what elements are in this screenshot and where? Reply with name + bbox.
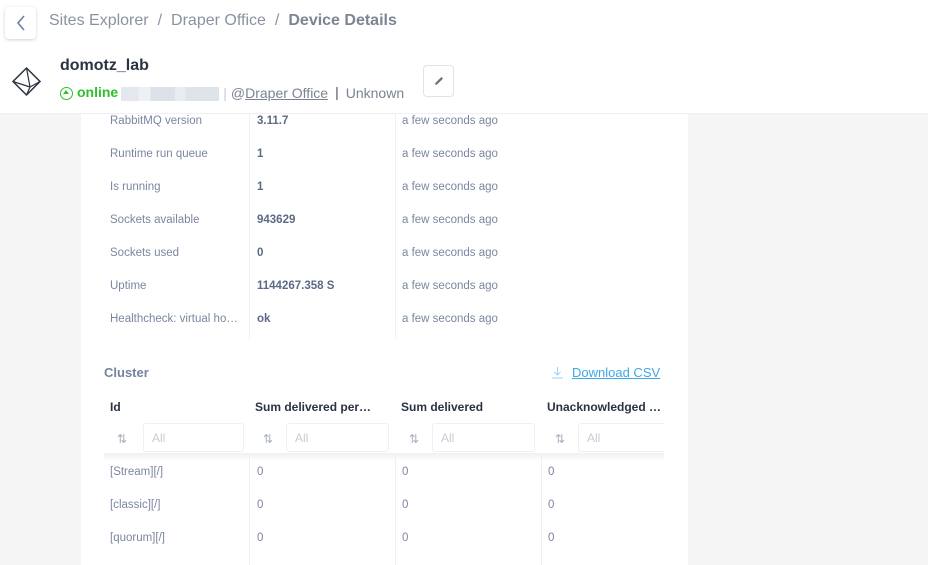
breadcrumb-draper-office[interactable]: Draper Office (171, 12, 266, 30)
cell-value: 0 (548, 466, 555, 478)
breadcrumb: Sites Explorer / Draper Office / Device … (49, 12, 397, 30)
breadcrumb-separator: / (274, 12, 280, 29)
download-csv-button[interactable]: Download CSV (551, 365, 660, 380)
metric-value: 1 (257, 181, 264, 193)
metric-updated: a few seconds ago (402, 181, 498, 193)
metric-updated: a few seconds ago (402, 214, 498, 226)
metric-value: ok (257, 313, 271, 325)
redacted-ip-address (121, 86, 220, 101)
metric-name: Healthcheck: virtual ho… (110, 313, 238, 325)
site-link[interactable]: Draper Office (245, 85, 328, 101)
breadcrumb-sites-explorer[interactable]: Sites Explorer (49, 12, 149, 30)
column-header-id[interactable]: Id (110, 400, 121, 414)
cell-value: 0 (548, 499, 555, 511)
octahedron-device-icon (11, 66, 42, 97)
metric-updated: a few seconds ago (402, 280, 498, 292)
metrics-panel: RabbitMQ version 3.11.7 a few seconds ag… (81, 114, 688, 565)
cell-value: 0 (402, 499, 409, 511)
arrow-up-circle-icon (60, 86, 73, 100)
metric-updated: a few seconds ago (402, 115, 498, 127)
metric-name: Sockets used (110, 247, 180, 259)
device-header: Sites Explorer / Draper Office / Device … (0, 0, 928, 114)
metric-name: Uptime (110, 280, 147, 292)
table-clip: RabbitMQ version 3.11.7 a few seconds ag… (81, 114, 664, 565)
status-badge: online (60, 84, 118, 100)
breadcrumb-separator: / (157, 12, 163, 29)
metric-value: 1 (257, 148, 264, 160)
site-prefix: @ (230, 85, 246, 101)
metric-row: Healthcheck: virtual ho… ok a few second… (81, 313, 664, 346)
sort-icon[interactable]: ⇅ (117, 432, 127, 446)
filter-input-sum-delivered[interactable] (432, 423, 535, 452)
metric-value: 943629 (257, 214, 296, 226)
device-status-line: online | @Draper Office | Unknown (60, 83, 404, 101)
metric-updated: a few seconds ago (402, 148, 498, 160)
cell-id: [classic][/] (110, 499, 161, 511)
device-name: domotz_lab (60, 57, 149, 74)
cell-value: 0 (257, 532, 264, 544)
column-divider (541, 453, 542, 565)
filter-input-sum-delivered-per[interactable] (286, 423, 389, 452)
column-header-sum-delivered-per[interactable]: Sum delivered per… (255, 400, 371, 414)
divider: | (223, 85, 227, 101)
pencil-icon (434, 77, 443, 85)
metric-name: Runtime run queue (110, 148, 208, 160)
metric-updated: a few seconds ago (402, 313, 498, 325)
sort-icon[interactable]: ⇅ (555, 432, 565, 446)
edit-device-button[interactable] (423, 65, 454, 97)
back-button[interactable] (5, 7, 36, 39)
metric-row: Runtime run queue 1 a few seconds ago (81, 148, 664, 181)
cell-value: 0 (402, 532, 409, 544)
device-type: Unknown (345, 85, 405, 101)
cluster-section-title: Cluster (104, 365, 149, 380)
metric-row: Uptime 1144267.358 S a few seconds ago (81, 280, 664, 313)
cell-value: 0 (257, 466, 264, 478)
filter-input-id[interactable] (143, 423, 244, 452)
metric-updated: a few seconds ago (402, 247, 498, 259)
metric-value: 0 (257, 247, 264, 259)
metric-row: Is running 1 a few seconds ago (81, 181, 664, 214)
column-divider (395, 453, 396, 565)
sort-icon[interactable]: ⇅ (263, 432, 273, 446)
cell-value: 0 (548, 532, 555, 544)
chevron-left-icon (16, 15, 25, 31)
metric-name: Sockets available (110, 214, 200, 226)
metric-row: Sockets available 943629 a few seconds a… (81, 214, 664, 247)
download-icon (552, 367, 563, 379)
column-header-sum-delivered[interactable]: Sum delivered (401, 400, 483, 414)
table-header-shadow (104, 453, 664, 461)
column-divider (249, 453, 250, 565)
metric-row: RabbitMQ version 3.11.7 a few seconds ag… (81, 115, 664, 148)
cell-id: [quorum][/] (110, 532, 165, 544)
metric-name: RabbitMQ version (110, 115, 203, 127)
cell-id: [Stream][/] (110, 466, 164, 478)
sort-icon[interactable]: ⇅ (409, 432, 419, 446)
cell-value: 0 (257, 499, 264, 511)
metric-value: 3.11.7 (257, 115, 289, 127)
metric-value: 1144267.358 S (257, 280, 335, 292)
column-header-unacknowledged[interactable]: Unacknowledged … (547, 400, 661, 414)
cell-value: 0 (402, 466, 409, 478)
divider: | (335, 84, 339, 100)
metric-name: Is running (110, 181, 161, 193)
filter-input-unacknowledged[interactable] (578, 423, 664, 452)
download-csv-label: Download CSV (572, 365, 661, 380)
site-link-wrapper: @Draper Office (231, 85, 328, 101)
metric-row: Sockets used 0 a few seconds ago (81, 247, 664, 280)
breadcrumb-current: Device Details (288, 12, 397, 29)
status-text: online (77, 84, 119, 100)
